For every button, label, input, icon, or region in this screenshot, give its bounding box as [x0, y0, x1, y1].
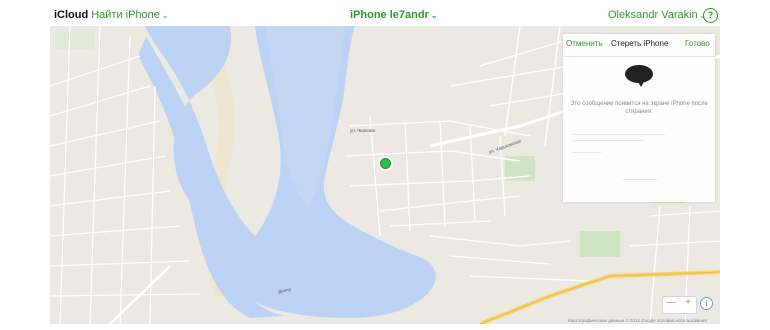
message-input[interactable]	[573, 134, 665, 135]
zoom-in-button[interactable]: +	[680, 297, 696, 308]
chevron-down-icon: ⌄	[430, 11, 438, 20]
zoom-control: — +	[662, 296, 697, 314]
icloud-brand: iCloud	[54, 9, 89, 21]
device-name[interactable]: iPhone le7andr	[350, 9, 429, 21]
app-name[interactable]: Найти iPhone	[91, 9, 160, 21]
erase-iphone-panel: Отменить Стереть iPhone Готово Это сообщ…	[563, 34, 715, 202]
panel-message: Это сообщение появится на экране iPhone …	[570, 101, 708, 115]
user-name[interactable]: Oleksandr Varakin	[608, 9, 698, 21]
help-icon[interactable]: ?	[703, 8, 718, 23]
message-input-line[interactable]	[573, 140, 643, 141]
message-bubble-icon	[625, 65, 653, 87]
cancel-button[interactable]: Отменить	[566, 39, 603, 48]
zoom-out-button[interactable]: —	[663, 297, 679, 308]
character-counter	[623, 179, 657, 180]
street-label: ул. Чкалова	[350, 128, 375, 133]
done-button[interactable]: Готово	[685, 39, 710, 48]
map-attribution[interactable]: Картографические данные © 2014 Google Ус…	[568, 318, 707, 323]
app-switcher[interactable]: iCloud Найти iPhone ⌄	[54, 9, 169, 21]
device-selector[interactable]: iPhone le7andr ⌄	[350, 9, 438, 21]
map-park	[55, 31, 95, 49]
account-menu[interactable]: Oleksandr Varakin ⌄	[608, 9, 706, 21]
panel-header: Отменить Стереть iPhone Готово	[563, 34, 715, 57]
message-input-line[interactable]	[573, 152, 601, 153]
info-icon[interactable]: i	[700, 297, 713, 310]
device-location-pin[interactable]	[380, 158, 391, 169]
panel-title: Стереть iPhone	[611, 39, 669, 48]
map-park	[580, 231, 620, 257]
chevron-down-icon: ⌄	[161, 11, 169, 20]
map-view[interactable]: ул. Чкалова ул. Харьковская Днепр Отмени…	[50, 26, 720, 324]
